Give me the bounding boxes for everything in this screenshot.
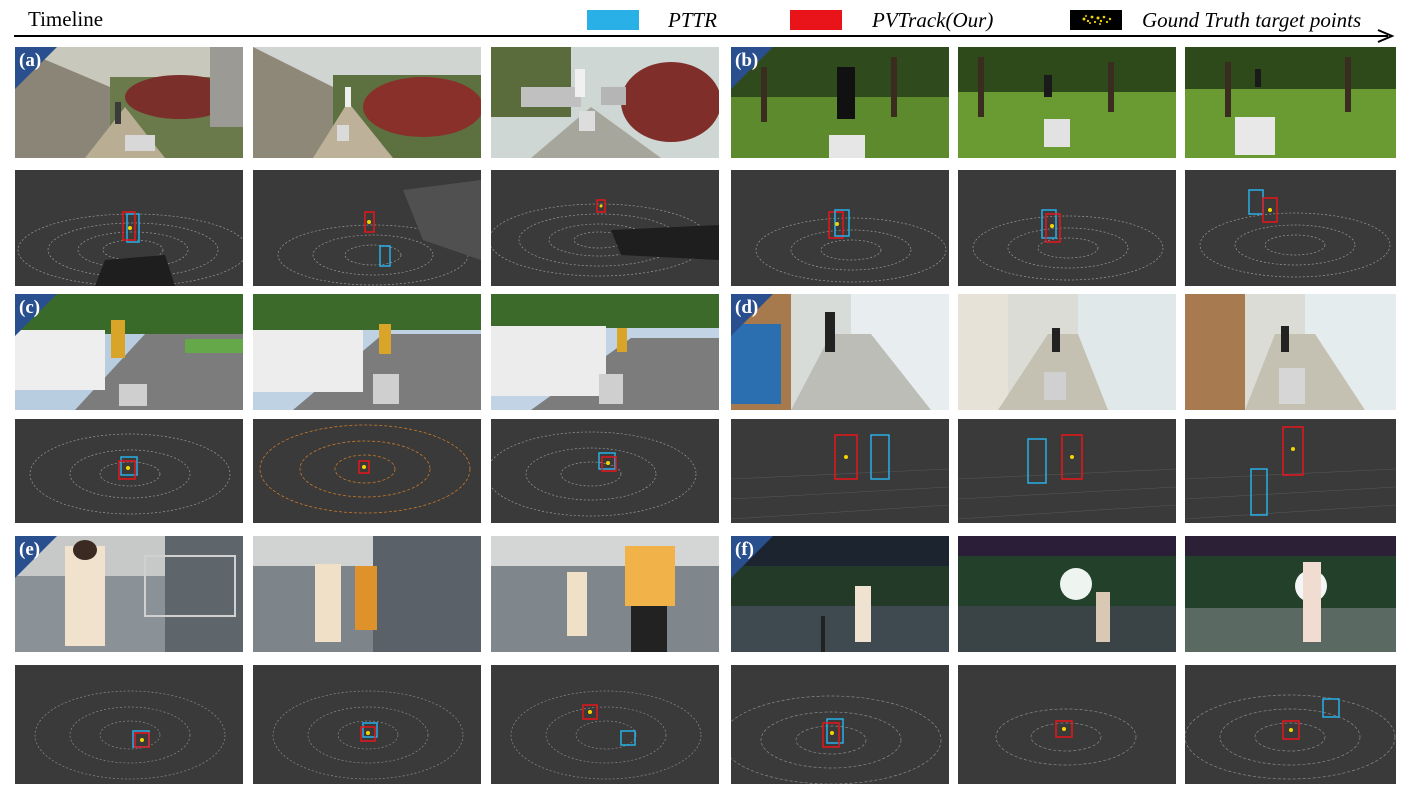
seq-c-frame-2-pointcloud <box>253 419 481 523</box>
seq-d-label: (d) <box>735 297 759 318</box>
seq-d-frame-3-pointcloud <box>1185 419 1396 523</box>
seq-c-label: (c) <box>19 297 41 318</box>
seq-e-frame-3-pointcloud <box>491 665 719 784</box>
seq-a-label: (a) <box>19 50 42 71</box>
seq-b-frame-2-photo <box>958 47 1176 158</box>
seq-a-frame-2-pointcloud <box>253 170 481 286</box>
seq-d-frame-3-photo <box>1185 294 1396 410</box>
seq-b-frame-2-pointcloud <box>958 170 1176 286</box>
seq-b-frame-1-pointcloud <box>731 170 949 286</box>
seq-f-frame-3-photo <box>1185 536 1396 652</box>
seq-b-frame-3-pointcloud <box>1185 170 1396 286</box>
seq-d-frame-2-pointcloud <box>958 419 1176 523</box>
seq-f-label: (f) <box>735 539 754 560</box>
legend-label-ground-truth: Gound Truth target points <box>1142 8 1362 32</box>
seq-e-frame-1-pointcloud <box>15 665 243 784</box>
legend-swatch-ground-truth <box>1070 10 1122 30</box>
seq-e-frame-2-pointcloud <box>253 665 481 784</box>
seq-a-frame-2-photo <box>253 47 481 158</box>
seq-a-frame-3-photo <box>491 47 719 158</box>
seq-e-corner-tag: (e) <box>15 536 57 578</box>
seq-f-frame-1-pointcloud <box>731 665 949 784</box>
seq-b-frame-3-photo <box>1185 47 1396 158</box>
seq-f-frame-2-photo <box>958 536 1176 652</box>
seq-d-frame-2-photo <box>958 294 1176 410</box>
seq-b-corner-tag: (b) <box>731 47 773 89</box>
seq-b-label: (b) <box>735 50 759 71</box>
seq-d-corner-tag: (d) <box>731 294 773 336</box>
legend-swatch-pvtrack <box>790 10 842 30</box>
seq-e-frame-3-photo <box>491 536 719 652</box>
seq-c-frame-2-photo <box>253 294 481 410</box>
seq-f-frame-3-pointcloud <box>1185 665 1396 784</box>
seq-e-frame-2-photo <box>253 536 481 652</box>
figure-header: Timeline PTTR PVTrack(Our) Gound Truth t… <box>0 0 1418 44</box>
legend-label-pvtrack: PVTrack(Our) <box>872 8 994 32</box>
seq-a-frame-1-pointcloud <box>15 170 243 286</box>
seq-a-frame-3-pointcloud <box>491 170 719 286</box>
seq-c-frame-3-photo <box>491 294 719 410</box>
seq-a-corner-tag: (a) <box>15 47 57 89</box>
seq-f-corner-tag: (f) <box>731 536 773 578</box>
seq-c-frame-1-pointcloud <box>15 419 243 523</box>
seq-c-frame-3-pointcloud <box>491 419 719 523</box>
legend-swatch-pttr <box>587 10 639 30</box>
legend-label-pttr: PTTR <box>668 8 718 32</box>
seq-d-frame-1-pointcloud <box>731 419 949 523</box>
seq-c-corner-tag: (c) <box>15 294 57 336</box>
seq-f-frame-2-pointcloud <box>958 665 1176 784</box>
seq-e-label: (e) <box>19 539 41 560</box>
